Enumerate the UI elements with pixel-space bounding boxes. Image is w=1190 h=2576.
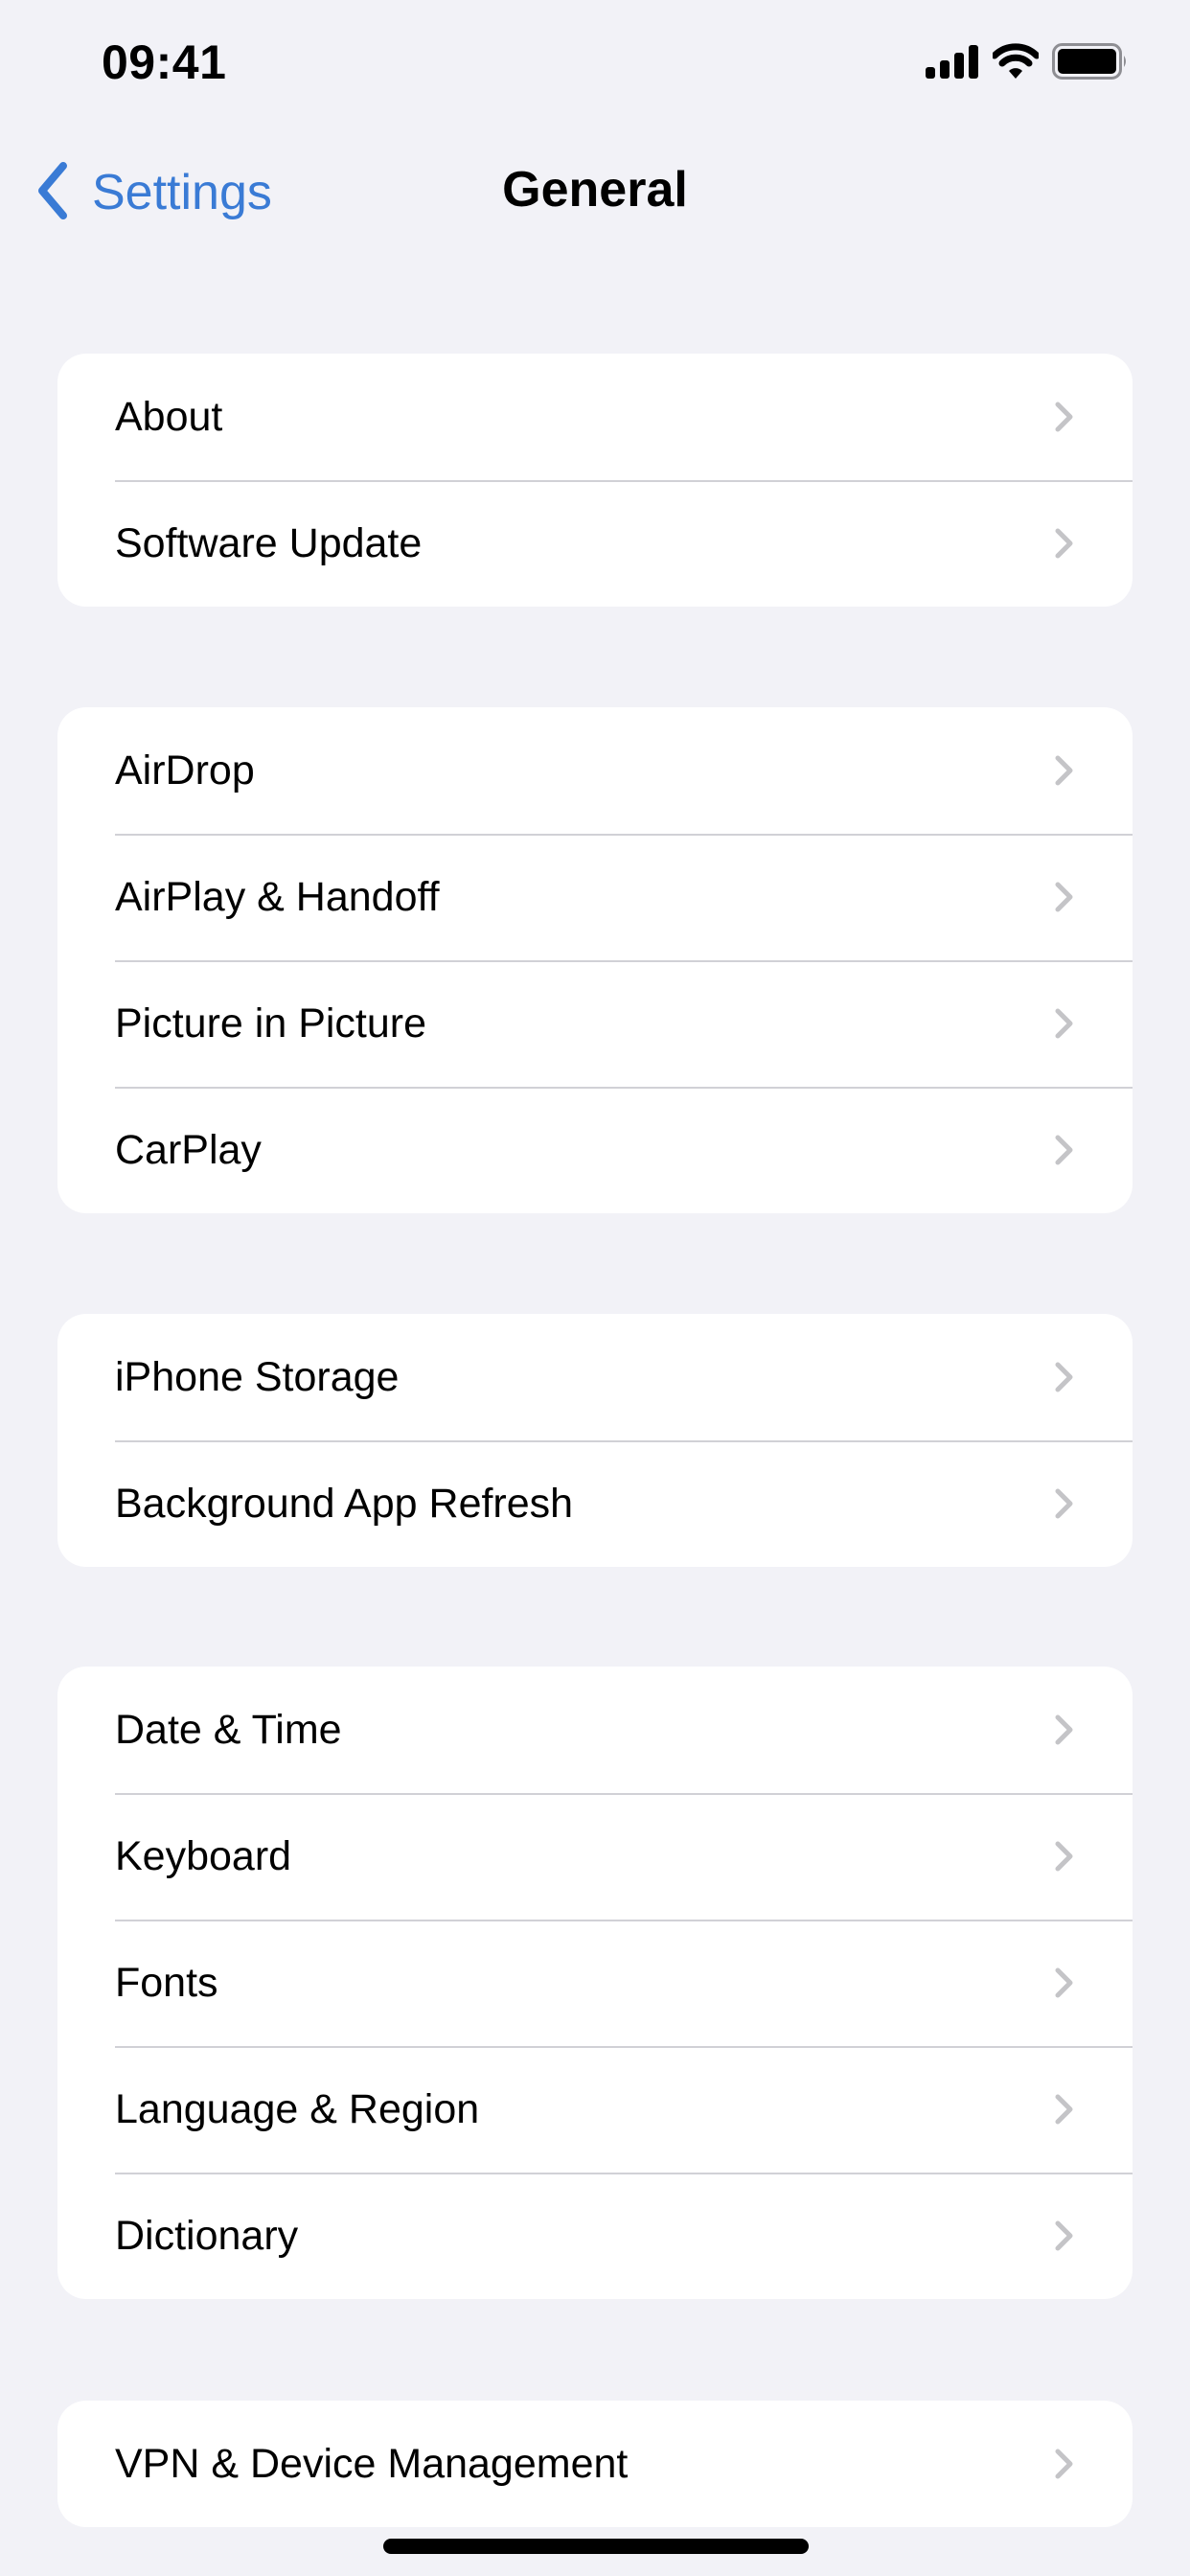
- settings-row-vpn-and-device-management[interactable]: VPN & Device Management: [57, 2401, 1133, 2527]
- chevron-right-icon: [1054, 1714, 1075, 1746]
- settings-row-about[interactable]: About: [57, 354, 1133, 480]
- settings-group: Date & Time Keyboard Fonts Language & Regio…: [57, 1667, 1133, 2299]
- settings-group: iPhone Storage Background App Refresh: [57, 1314, 1133, 1567]
- status-time: 09:41: [102, 35, 227, 89]
- page-title: General: [502, 162, 688, 218]
- row-label: About: [115, 393, 223, 440]
- settings-group: VPN & Device Management: [57, 2401, 1133, 2527]
- chevron-right-icon: [1054, 1007, 1075, 1040]
- settings-row-language-and-region[interactable]: Language & Region: [57, 2046, 1133, 2173]
- chevron-right-icon: [1054, 754, 1075, 787]
- settings-row-software-update[interactable]: Software Update: [57, 480, 1133, 607]
- settings-row-keyboard[interactable]: Keyboard: [57, 1793, 1133, 1920]
- chevron-right-icon: [1054, 1487, 1075, 1520]
- chevron-right-icon: [1054, 2448, 1075, 2480]
- settings-group: AirDrop AirPlay & Handoff Picture in Pictu…: [57, 707, 1133, 1213]
- row-label: Keyboard: [115, 1832, 292, 1879]
- status-bar: 09:41: [0, 0, 1190, 134]
- settings-group: About Software Update: [57, 354, 1133, 607]
- chevron-right-icon: [1054, 1840, 1075, 1873]
- row-label: Picture in Picture: [115, 1000, 427, 1046]
- settings-row-background-app-refresh[interactable]: Background App Refresh: [57, 1440, 1133, 1567]
- chevron-right-icon: [1054, 1134, 1075, 1166]
- settings-row-carplay[interactable]: CarPlay: [57, 1087, 1133, 1213]
- settings-row-airdrop[interactable]: AirDrop: [57, 707, 1133, 834]
- row-label: Fonts: [115, 1959, 218, 2006]
- home-indicator[interactable]: [383, 2539, 809, 2554]
- row-label: Dictionary: [115, 2212, 299, 2259]
- battery-icon: [1052, 42, 1129, 84]
- settings-row-fonts[interactable]: Fonts: [57, 1920, 1133, 2046]
- row-label: Language & Region: [115, 2085, 480, 2132]
- row-label: AirPlay & Handoff: [115, 873, 440, 920]
- row-label: iPhone Storage: [115, 1353, 400, 1400]
- status-icons: [926, 42, 1129, 84]
- chevron-right-icon: [1054, 1361, 1075, 1393]
- row-label: AirDrop: [115, 747, 255, 794]
- settings-row-date-and-time[interactable]: Date & Time: [57, 1667, 1133, 1793]
- chevron-right-icon: [1054, 881, 1075, 913]
- chevron-right-icon: [1054, 2093, 1075, 2126]
- row-label: Background App Refresh: [115, 1480, 574, 1527]
- row-label: Software Update: [115, 519, 423, 566]
- chevron-right-icon: [1054, 2220, 1075, 2252]
- row-label: VPN & Device Management: [115, 2440, 629, 2487]
- cellular-signal-icon: [926, 44, 979, 83]
- settings-row-airplay-and-handoff[interactable]: AirPlay & Handoff: [57, 834, 1133, 960]
- settings-row-dictionary[interactable]: Dictionary: [57, 2173, 1133, 2299]
- row-label: Date & Time: [115, 1706, 342, 1753]
- settings-row-picture-in-picture[interactable]: Picture in Picture: [57, 960, 1133, 1087]
- settings-row-iphone-storage[interactable]: iPhone Storage: [57, 1314, 1133, 1440]
- wifi-icon: [991, 42, 1041, 84]
- navigation-bar: Settings General: [0, 144, 1190, 240]
- chevron-right-icon: [1054, 1966, 1075, 1999]
- chevron-right-icon: [1054, 527, 1075, 560]
- row-label: CarPlay: [115, 1126, 262, 1173]
- chevron-right-icon: [1054, 401, 1075, 433]
